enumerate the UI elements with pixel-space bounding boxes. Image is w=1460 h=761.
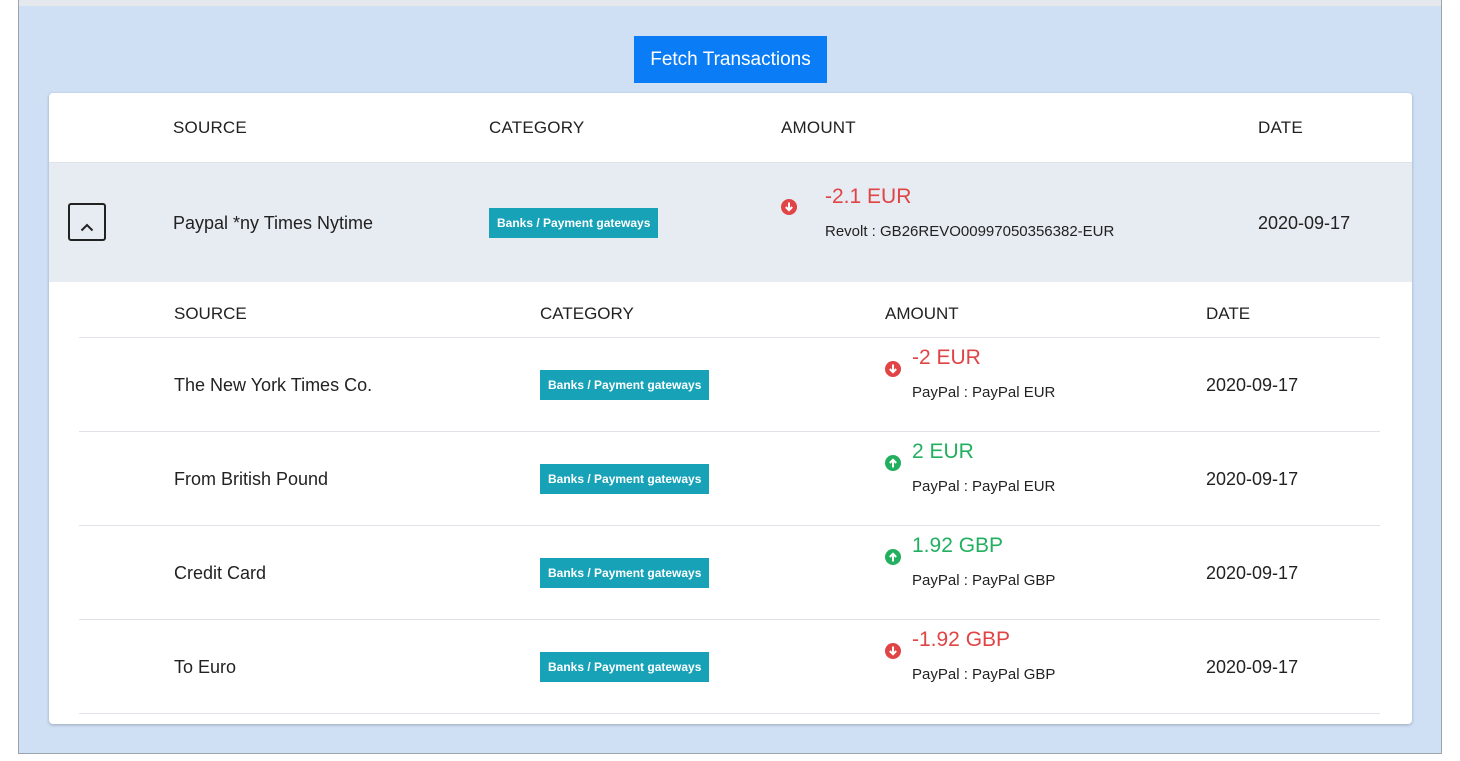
sub-row-date: 2020-09-17 xyxy=(1206,563,1299,583)
sub-header-amount[interactable]: AMOUNT xyxy=(885,282,959,346)
sub-row-account: PayPal : PayPal EUR xyxy=(912,478,1056,495)
arrow-up-circle-icon xyxy=(885,455,901,471)
fetch-transactions-button[interactable]: Fetch Transactions xyxy=(634,36,827,83)
table-row[interactable]: Paypal *ny Times Nytime Banks / Payment … xyxy=(49,163,1412,282)
sub-row-account: PayPal : PayPal GBP xyxy=(912,572,1056,589)
sub-row-amount: -1.92 GBP xyxy=(912,628,1011,651)
header-amount[interactable]: AMOUNT xyxy=(781,93,856,163)
category-badge: Banks / Payment gateways xyxy=(540,464,710,494)
arrow-down-circle-icon xyxy=(885,643,901,659)
sub-row-source: To Euro xyxy=(174,657,237,677)
sub-row-amount: 1.92 GBP xyxy=(912,534,1004,557)
header-date[interactable]: DATE xyxy=(1258,93,1303,163)
sub-row-account: PayPal : PayPal GBP xyxy=(912,666,1056,683)
row-date: 2020-09-17 xyxy=(1258,213,1351,233)
sub-row-source: From British Pound xyxy=(174,469,329,489)
sub-row-account: PayPal : PayPal EUR xyxy=(912,384,1056,401)
sub-table-row[interactable]: To Euro Banks / Payment gateways -1.92 G… xyxy=(79,620,1380,714)
arrow-down-circle-icon xyxy=(781,199,797,215)
sub-table-row[interactable]: Credit Card Banks / Payment gateways 1.9… xyxy=(79,526,1380,620)
sub-table-row[interactable]: The New York Times Co. Banks / Payment g… xyxy=(79,338,1380,432)
app-frame: Fetch Transactions SOURCE CATEGORY AMOUN… xyxy=(18,0,1442,754)
category-badge: Banks / Payment gateways xyxy=(540,370,710,400)
row-amount: -2.1 EUR xyxy=(825,185,912,208)
category-badge: Banks / Payment gateways xyxy=(540,652,710,682)
sub-row-source: The New York Times Co. xyxy=(174,375,373,395)
chevron-up-icon xyxy=(80,223,94,231)
sub-row-amount: 2 EUR xyxy=(912,440,974,463)
row-account: Revolt : GB26REVO00997050356382-EUR xyxy=(825,223,1115,240)
table-header: SOURCE CATEGORY AMOUNT DATE xyxy=(49,93,1412,163)
category-badge: Banks / Payment gateways xyxy=(540,558,710,588)
sub-header-source[interactable]: SOURCE xyxy=(174,282,247,346)
category-badge: Banks / Payment gateways xyxy=(489,208,659,238)
arrow-down-circle-icon xyxy=(885,361,901,377)
row-source: Paypal *ny Times Nytime xyxy=(173,213,374,233)
top-strip xyxy=(19,0,1441,6)
sub-row-date: 2020-09-17 xyxy=(1206,469,1299,489)
sub-row-source: Credit Card xyxy=(174,563,267,583)
transactions-table: SOURCE CATEGORY AMOUNT DATE Paypal *ny T… xyxy=(49,93,1412,724)
sub-row-amount: -2 EUR xyxy=(912,346,981,369)
sub-table-header: SOURCE CATEGORY AMOUNT DATE xyxy=(79,282,1380,338)
header-category[interactable]: CATEGORY xyxy=(489,93,584,163)
sub-row-date: 2020-09-17 xyxy=(1206,657,1299,677)
sub-row-date: 2020-09-17 xyxy=(1206,375,1299,395)
arrow-up-circle-icon xyxy=(885,549,901,565)
sub-table-row[interactable]: From British Pound Banks / Payment gatew… xyxy=(79,432,1380,526)
header-source[interactable]: SOURCE xyxy=(173,93,247,163)
collapse-row-button[interactable] xyxy=(68,203,106,241)
sub-header-category[interactable]: CATEGORY xyxy=(540,282,634,346)
sub-header-date[interactable]: DATE xyxy=(1206,282,1250,346)
